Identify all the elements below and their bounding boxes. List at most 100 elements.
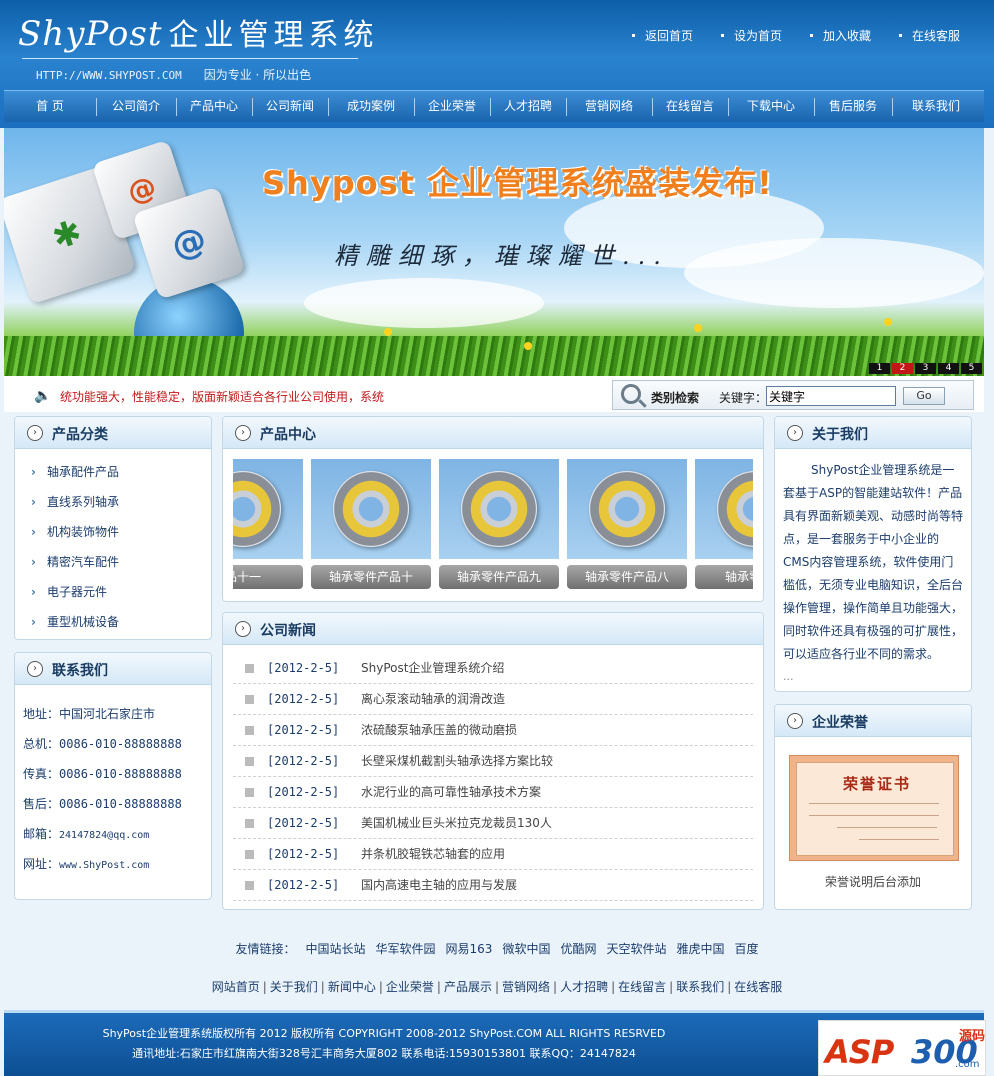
news-row[interactable]: [2012-2-5] 美国机械业巨头米拉克龙裁员130人 [233,808,753,839]
keyword-label: 关键字： [719,391,768,405]
contact-label: 售后： [23,797,60,811]
nav-item[interactable]: 公司新闻 [252,91,328,123]
friend-link[interactable]: 微软中国 [502,942,550,956]
footer-nav-link[interactable]: 人才招聘 [560,980,608,994]
news-title[interactable]: 美国机械业巨头米拉克龙裁员130人 [361,808,552,838]
friend-link[interactable]: 天空软件站 [606,942,666,956]
nav-item[interactable]: 营销网络 [566,91,652,123]
search-icon [621,384,641,404]
slide-button[interactable]: 1 [869,363,890,374]
news-title[interactable]: 并条机胶辊铁芯轴套的应用 [361,839,505,869]
footer-nav: 网站首页 | 关于我们 | 新闻中心 | 企业荣誉 | 产品展示 | 营销网络 | 人才招聘 | 在线留言 |… [0,978,994,995]
footer-nav-link[interactable]: 联系我们 [676,980,724,994]
nav-item[interactable]: 人才招聘 [490,91,566,123]
nav-item[interactable]: 在线留言 [652,91,728,123]
category-item[interactable]: 电子器元件 [15,577,211,607]
news-row[interactable]: [2012-2-5] 浓硫酸泵轴承压盖的微动磨损 [233,715,753,746]
footer-nav-link[interactable]: 在线留言 [618,980,666,994]
category-item[interactable]: 直线系列轴承 [15,487,211,517]
news-row[interactable]: [2012-2-5] 水泥行业的高可靠性轴承技术方案 [233,777,753,808]
footer-nav-link[interactable]: 关于我们 [270,980,318,994]
product-card[interactable]: 轴承零件产品十 [311,459,431,589]
nav-item[interactable]: 下载中心 [728,91,814,123]
news-title[interactable]: 离心泵滚动轴承的润滑改造 [361,684,505,714]
news-row[interactable]: [2012-2-5] 国内高速电主轴的应用与发展 [233,870,753,901]
category-item[interactable]: 重型机械设备 [15,607,211,637]
search-box: 类别检索 关键字： Go [612,380,974,410]
bearing-image [233,471,281,547]
banner-title: Shypost 企业管理系统盛装发布! [262,164,773,202]
friend-link[interactable]: 华军软件园 [376,942,436,956]
slide-button[interactable]: 2 [892,363,913,374]
panel-header: › 关于我们 [775,417,971,449]
category-list: 轴承配件产品直线系列轴承机构装饰物件精密汽车配件电子器元件重型机械设备 [15,449,211,637]
friend-links: 友情链接： 中国站长站 华军软件园 网易163 微软中国 优酷网 天空软件站 雅虎中国 百度 [0,940,994,957]
nav-item[interactable]: 公司简介 [96,91,176,123]
category-item[interactable]: 精密汽车配件 [15,547,211,577]
news-bullet-icon [245,664,254,673]
chevron-right-icon: › [787,713,803,729]
footer-copyright: ShyPost企业管理系统版权所有 2012 版权所有 COPYRIGHT 20… [102,1027,666,1040]
keyword-input[interactable] [766,386,896,406]
certificate-caption: 荣誉说明后台添加 [824,875,921,889]
contact-row: 地址：中国河北石家庄市 [23,699,211,729]
friend-link[interactable]: 优酷网 [560,942,596,956]
news-title[interactable]: ShyPost企业管理系统介绍 [361,653,504,683]
about-more-link[interactable]: ... [775,670,971,683]
footer-nav-link[interactable]: 营销网络 [502,980,550,994]
nav-item[interactable]: 联系我们 [892,91,980,123]
slide-button[interactable]: 5 [961,363,982,374]
news-title[interactable]: 国内高速电主轴的应用与发展 [361,870,517,900]
news-title[interactable]: 长壁采煤机截割头轴承选择方案比较 [361,746,553,776]
site-logo[interactable]: ShyPost 企业管理系统 [18,10,378,54]
product-card[interactable]: 轴承零件产品九 [439,459,559,589]
search-go-button[interactable]: Go [903,387,945,405]
nav-item[interactable]: 成功案例 [328,91,414,123]
flower-shape [384,328,392,336]
friend-link[interactable]: 百度 [735,942,759,956]
footer-nav-separator: | [378,980,383,994]
nav-item[interactable]: 售后服务 [814,91,892,123]
banner-subtitle: 精雕细琢，璀璨耀世... [334,242,669,270]
footer-nav-separator: | [611,980,616,994]
product-card[interactable]: 品十一 [233,459,303,589]
category-item[interactable]: 机构装饰物件 [15,517,211,547]
news-row[interactable]: [2012-2-5] ShyPost企业管理系统介绍 [233,653,753,684]
certificate-title: 荣誉证书 [843,775,912,793]
news-title[interactable]: 水泥行业的高可靠性轴承技术方案 [361,777,541,807]
toplink-support[interactable]: 在线客服 [899,27,960,44]
nav-item[interactable]: 首 页 [4,91,96,123]
news-row[interactable]: [2012-2-5] 并条机胶辊铁芯轴套的应用 [233,839,753,870]
contact-label: 总机： [23,737,60,751]
footer-nav-link[interactable]: 企业荣誉 [386,980,434,994]
footer-nav-link[interactable]: 产品展示 [444,980,492,994]
footer-nav-link[interactable]: 网站首页 [212,980,260,994]
news-title[interactable]: 浓硫酸泵轴承压盖的微动磨损 [361,715,517,745]
product-card[interactable]: 轴承零件产 [695,459,753,589]
footer-address: 通讯地址:石家庄市红旗南大街328号汇丰商务大厦802 联系电话:1593015… [132,1047,636,1060]
friend-link[interactable]: 中国站长站 [306,942,366,956]
footer-nav-link[interactable]: 新闻中心 [328,980,376,994]
toplink-set-homepage[interactable]: 设为首页 [721,27,782,44]
news-row[interactable]: [2012-2-5] 离心泵滚动轴承的润滑改造 [233,684,753,715]
contact-row: 传真：0086-010-88888888 [23,759,211,789]
category-item[interactable]: 轴承配件产品 [15,457,211,487]
nav-item[interactable]: 产品中心 [176,91,252,123]
product-card[interactable]: 轴承零件产品八 [567,459,687,589]
product-image [439,459,559,559]
flower-shape [694,324,702,332]
certificate-image[interactable]: 荣誉证书 [789,755,959,861]
toplink-home[interactable]: 返回首页 [632,27,693,44]
news-row[interactable]: [2012-2-5] 长壁采煤机截割头轴承选择方案比较 [233,746,753,777]
asp300-logo[interactable]: ASP 300 源码 .com [818,1020,986,1076]
slide-pager: 12345 [867,363,982,374]
footer-nav-link[interactable]: 在线客服 [734,980,782,994]
slide-button[interactable]: 3 [915,363,936,374]
friend-link[interactable]: 网易163 [446,942,493,956]
slide-button[interactable]: 4 [938,363,959,374]
friend-link[interactable]: 雅虎中国 [676,942,724,956]
about-panel: › 关于我们 ShyPost企业管理系统是一套基于ASP的智能建站软件！产品具有… [774,416,972,692]
toplink-bookmark[interactable]: 加入收藏 [810,27,871,44]
nav-item[interactable]: 企业荣誉 [414,91,490,123]
hero-banner[interactable]: ✱ @ @ Shypost 企业管理系统盛装发布! 精雕细琢，璀璨耀世... 1… [4,128,984,376]
